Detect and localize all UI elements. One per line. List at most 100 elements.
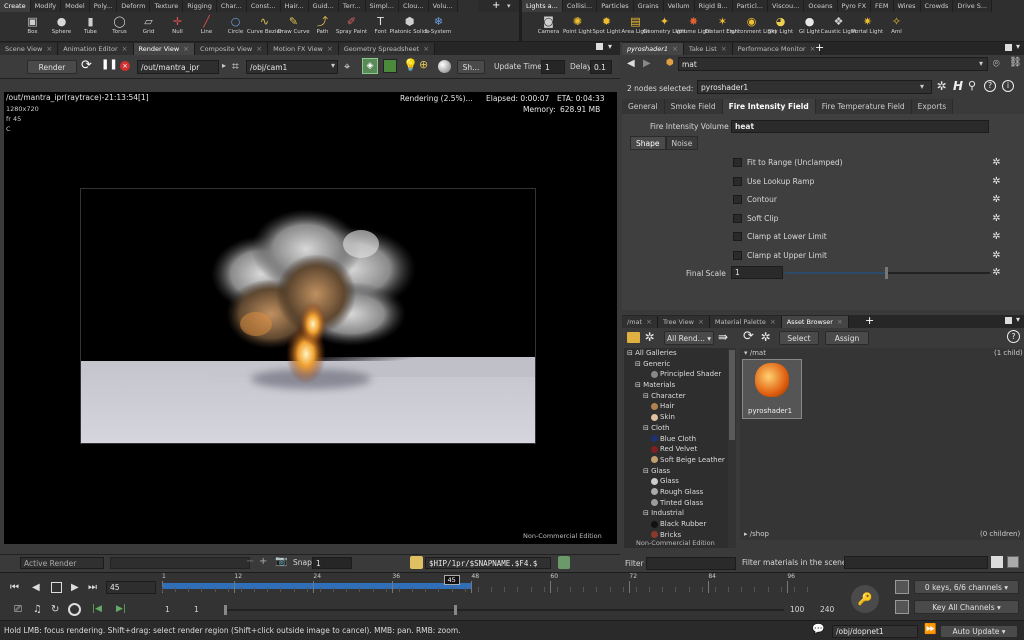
realtime-icon[interactable]: ⎚ bbox=[14, 604, 22, 615]
stop-play-icon[interactable] bbox=[51, 582, 62, 593]
tab-take-list[interactable]: Take List × bbox=[683, 43, 733, 55]
tool-spot-light[interactable]: ✹ Spot Light bbox=[592, 13, 621, 42]
tool-point-light[interactable]: ✺ Point Light bbox=[563, 13, 592, 42]
shelf-tab-hair[interactable]: Hair... bbox=[280, 0, 309, 12]
final-scale-gear-icon[interactable]: ✲ bbox=[991, 267, 1002, 278]
shelf-tab-deform[interactable]: Deform bbox=[117, 0, 151, 12]
tool-volume-light[interactable]: ✸ Volume Light bbox=[676, 13, 712, 42]
palette-scene-gear-icon[interactable]: ✲ bbox=[760, 331, 771, 343]
tool-portal-light[interactable]: ✷ Portal Light bbox=[852, 13, 883, 42]
tab-performance-monitor[interactable]: Performance Monitor × bbox=[732, 43, 822, 55]
gallery-item-principled-shader[interactable]: Principled Shader bbox=[624, 369, 728, 380]
jump-end-icon[interactable]: ⏭ bbox=[88, 582, 97, 593]
shelf-tab-drive-s[interactable]: Drive S... bbox=[953, 0, 993, 12]
right-top-maximize-icon[interactable] bbox=[1005, 44, 1012, 51]
tool-distant-light[interactable]: ✶ Distant Light bbox=[705, 13, 740, 42]
tool-caustic-light[interactable]: ❖ Caustic Light bbox=[821, 13, 857, 42]
gallery-item-blue-cloth[interactable]: Blue Cloth bbox=[624, 434, 728, 445]
right-bottom-add-icon[interactable]: + bbox=[865, 314, 874, 327]
expand-icon[interactable]: ⊟ bbox=[643, 424, 651, 432]
param-tab-fire-temperature-field[interactable]: Fire Temperature Field bbox=[815, 99, 912, 114]
render-image[interactable] bbox=[80, 188, 536, 444]
shelf-tab-model[interactable]: Model bbox=[61, 0, 90, 12]
tool-environment-light[interactable]: ◉ Environment Light bbox=[726, 13, 777, 42]
jump-start-icon[interactable]: ⏮ bbox=[10, 582, 19, 593]
snapshot-path-field[interactable]: $HIP/1pr/$SNAPNAME.$F4.$ bbox=[425, 557, 551, 569]
pyroshader-tile[interactable]: pyroshader1 bbox=[742, 359, 802, 419]
param-gear-icon[interactable]: ✲ bbox=[991, 250, 1002, 261]
tab-close-icon[interactable]: × bbox=[327, 43, 333, 55]
view-mode-icon[interactable] bbox=[991, 556, 1003, 568]
gallery-item-glass[interactable]: ⊟ Glass bbox=[624, 466, 728, 477]
gallery-item-glass[interactable]: Glass bbox=[624, 476, 728, 487]
tool-camera[interactable]: ◙ Camera bbox=[534, 13, 563, 42]
shelf-tab-rigid-b[interactable]: Rigid B... bbox=[694, 0, 733, 12]
view-list-icon[interactable] bbox=[1007, 556, 1019, 568]
checkbox-clamp-at-upper-limit[interactable] bbox=[733, 250, 742, 260]
final-scale-slider[interactable] bbox=[785, 267, 990, 279]
expand-icon[interactable]: ⊟ bbox=[643, 509, 651, 517]
shelf-tab-modify[interactable]: Modify bbox=[30, 0, 62, 12]
palette-refresh-icon[interactable]: ⟳ bbox=[743, 329, 754, 344]
path-menu-icon[interactable]: ▾ bbox=[979, 59, 983, 68]
gallery-item-tinted-glass[interactable]: Tinted Glass bbox=[624, 498, 728, 509]
shelf-tab-crowds[interactable]: Crowds bbox=[920, 0, 954, 12]
tab-close-icon[interactable]: × bbox=[721, 43, 727, 55]
shelf-tab-collisi[interactable]: Collisi... bbox=[562, 0, 598, 12]
back-arrow-icon[interactable]: ◀ bbox=[627, 58, 635, 69]
range-end[interactable]: 100 bbox=[790, 605, 804, 614]
tool-tube[interactable]: ▮ Tube bbox=[76, 13, 105, 42]
range-start[interactable]: 1 bbox=[165, 605, 170, 614]
shelf-tab-particl[interactable]: Particl... bbox=[732, 0, 768, 12]
folder-icon[interactable] bbox=[627, 332, 640, 343]
tool-grid[interactable]: ▱ Grid bbox=[134, 13, 163, 42]
camera-field[interactable]: /obj/cam1 bbox=[246, 60, 338, 74]
shelf-tab-fem[interactable]: FEM bbox=[871, 0, 894, 12]
shelf-menu-icon[interactable]: ▾ bbox=[507, 0, 511, 12]
render-button[interactable]: Render bbox=[27, 60, 77, 74]
snap-field[interactable]: 1 bbox=[312, 557, 352, 569]
tool-l-system[interactable]: ❄ L-System bbox=[424, 13, 453, 42]
preview-icon[interactable]: ◈ bbox=[362, 58, 378, 74]
help-h-icon[interactable]: H bbox=[953, 79, 963, 93]
tool-box[interactable]: ▣ Box bbox=[18, 13, 47, 42]
path-field[interactable]: mat bbox=[678, 57, 988, 71]
gallery-tree[interactable]: ⊟ All Galleries ⊟ Generic Principled Shade… bbox=[624, 348, 728, 548]
pane-menu-icon[interactable]: ▾ bbox=[608, 42, 612, 51]
snapshot-camera-icon[interactable]: 📷 bbox=[275, 556, 287, 567]
range-slider-end-handle[interactable] bbox=[454, 605, 457, 615]
gallery-item-materials[interactable]: ⊟ Materials bbox=[624, 380, 728, 391]
gallery-item-black-rubber[interactable]: Black Rubber bbox=[624, 519, 728, 530]
tab-close-icon[interactable]: × bbox=[837, 316, 843, 328]
gear-icon[interactable]: ✲ bbox=[936, 80, 947, 92]
forward-arrow-icon[interactable]: ▶ bbox=[643, 58, 651, 69]
driver-arrow-icon[interactable]: ▸ bbox=[222, 61, 226, 70]
range-end-2[interactable]: 240 bbox=[820, 605, 834, 614]
tool-null[interactable]: ✛ Null bbox=[163, 13, 192, 42]
shelf-tab-viscou[interactable]: Viscou... bbox=[767, 0, 805, 12]
param-tab-fire-intensity-field[interactable]: Fire Intensity Field bbox=[722, 99, 816, 114]
shelf-tab-clou[interactable]: Clou... bbox=[398, 0, 429, 12]
shelf-tab-guid[interactable]: Guid... bbox=[308, 0, 339, 12]
checkbox-use-lookup-ramp[interactable] bbox=[733, 176, 742, 186]
next-key-icon[interactable]: ▶| bbox=[116, 604, 126, 614]
tool-circle[interactable]: ○ Circle bbox=[221, 13, 250, 42]
tab-close-icon[interactable]: × bbox=[183, 43, 189, 55]
shelf-tab-create[interactable]: Create bbox=[0, 0, 31, 12]
render-history-slider[interactable] bbox=[110, 557, 250, 569]
checkbox-fit-to-range-unclamped[interactable] bbox=[733, 158, 742, 167]
gallery-item-rough-glass[interactable]: Rough Glass bbox=[624, 487, 728, 498]
pause-icon[interactable]: ❚❚ bbox=[101, 59, 118, 70]
pane-maximize-icon[interactable] bbox=[596, 43, 603, 50]
channels-icon[interactable] bbox=[895, 580, 909, 594]
right-bottom-menu-icon[interactable]: ▾ bbox=[1016, 315, 1020, 324]
tab-pyroshader1[interactable]: pyroshader1 × bbox=[622, 43, 684, 55]
tool-torus[interactable]: ◯ Torus bbox=[105, 13, 134, 42]
link-icon[interactable]: ⛓ bbox=[1009, 57, 1022, 68]
gallery-item-generic[interactable]: ⊟ Generic bbox=[624, 359, 728, 370]
shelf-tab-poly[interactable]: Poly... bbox=[89, 0, 118, 12]
tool-sky-light[interactable]: ◕ Sky Light bbox=[766, 13, 795, 42]
pin-icon[interactable]: ⌾ bbox=[993, 57, 1000, 71]
gallery-scrollbar[interactable] bbox=[728, 348, 736, 548]
right-top-add-icon[interactable]: + bbox=[815, 41, 824, 54]
